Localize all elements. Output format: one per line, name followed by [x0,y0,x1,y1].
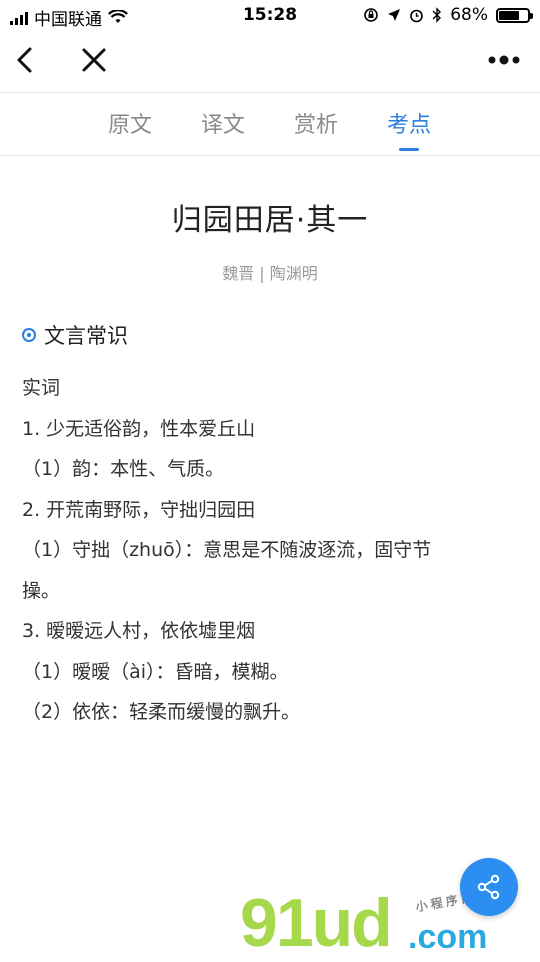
share-button[interactable] [460,858,518,916]
body-line: 2. 开荒南野际，守拙归园田 [22,498,256,521]
tab-label: 原文 [108,113,153,138]
section-body: 实词 1. 少无适俗韵，性本爱丘山 （1）韵：本性、气质。 2. 开荒南野际，守… [22,368,522,733]
body-line: （2）依依：轻柔而缓慢的飘升。 [22,701,301,723]
section-heading: 文言常识 [22,320,128,350]
body-line: （1）韵：本性、气质。 [22,458,225,480]
close-button[interactable] [74,40,114,80]
tab-key-points[interactable]: 考点 [387,107,432,151]
tab-translation[interactable]: 译文 [201,107,245,139]
status-bar: 中国联通 15:28 68% [0,0,540,30]
tab-label: 赏析 [294,113,339,138]
body-line: （1）暧暧（ài）：昏暗，模糊。 [22,660,289,683]
body-line: 实词 [22,377,61,399]
body-line: 1. 少无适俗韵，性本爱丘山 [22,417,256,440]
tab-label: 考点 [387,113,432,138]
tab-appreciation[interactable]: 赏析 [294,107,338,139]
watermark-main: 91ud [240,885,393,961]
tab-label: 译文 [201,113,246,138]
bluetooth-icon [432,7,442,23]
active-tab-indicator [399,148,419,151]
article-title: 归园田居·其一 [171,203,369,238]
body-line: 操。 [22,579,61,602]
back-button[interactable] [6,40,46,80]
more-button[interactable] [484,40,528,80]
bullet-ring-icon [22,328,36,342]
location-icon [388,9,401,21]
tab-bar: 原文 译文 赏析 考点 [0,93,540,156]
battery-percent: 68% [450,5,488,25]
chevron-left-icon [17,47,32,73]
share-icon [477,874,500,900]
more-dots-icon [488,55,520,65]
body-line: （1）守拙（zhuō）：意思是不随波逐流，固守节 [22,539,432,561]
close-icon [82,48,106,72]
watermark-domain: .com [408,918,488,956]
status-right: 68% [363,5,533,25]
section-title: 文言常识 [44,324,128,348]
battery-icon [496,7,533,23]
orientation-lock-icon [364,8,379,22]
alarm-icon [410,9,424,22]
tab-original[interactable]: 原文 [108,107,152,139]
body-line: 3. 暧暧远人村，依依墟里烟 [22,620,256,642]
article-meta: 魏晋 | 陶渊明 [222,264,318,283]
nav-bar [0,30,540,93]
